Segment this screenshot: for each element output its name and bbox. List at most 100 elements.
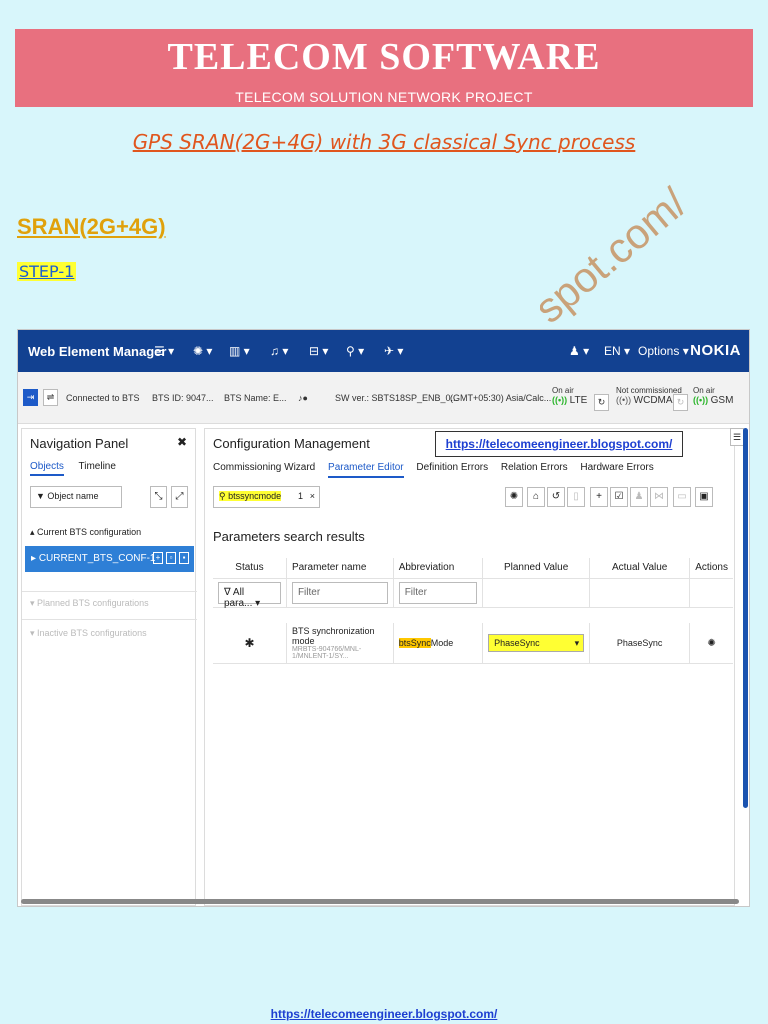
clear-search-icon[interactable]: ×: [310, 491, 315, 501]
delete-icon[interactable]: ▯: [567, 487, 585, 507]
watermark: spot.com/: [540, 179, 696, 330]
open-folder-icon[interactable]: ⌂: [527, 487, 545, 507]
tab-objects[interactable]: Objects: [30, 461, 64, 476]
validate-icon[interactable]: ☑: [610, 487, 628, 507]
column-status[interactable]: Status: [213, 558, 287, 579]
table-row[interactable]: ✱ BTS synchronization mode MRBTS-904766/…: [213, 623, 733, 664]
row-planned-value: PhaseSync ▾: [482, 623, 591, 664]
connection-status: Connected to BTS: [66, 393, 140, 403]
row-parameter-name: BTS synchronization mode MRBTS-904766/MN…: [286, 623, 394, 664]
wcdma-refresh-icon[interactable]: ↻: [673, 394, 688, 411]
plug-menu-icon[interactable]: ⚲ ▾: [346, 344, 364, 358]
nokia-logo: NOKIA: [690, 342, 741, 359]
current-config-section[interactable]: ▴ Current BTS configuration: [22, 527, 197, 538]
step-label: STEP-1: [17, 262, 77, 281]
abbreviation-highlight: btsSync: [398, 638, 431, 648]
parameter-name-filter[interactable]: Filter: [291, 581, 388, 604]
inactive-config-label: Inactive BTS configurations: [37, 628, 147, 638]
undo-icon[interactable]: ↺: [547, 487, 565, 507]
language-menu[interactable]: EN ▾: [604, 344, 630, 358]
lte-state: On air: [552, 386, 574, 395]
status-filter-select[interactable]: ∇ All para... ▾: [218, 581, 281, 609]
side-menu-icon[interactable]: ☰: [730, 428, 744, 446]
user-icon[interactable]: ♟: [630, 487, 648, 507]
vertical-scrollbar[interactable]: [743, 428, 748, 808]
lock-menu-icon[interactable]: ⊟ ▾: [309, 344, 328, 358]
planned-config-label: Planned BTS configurations: [37, 598, 149, 608]
conf-save-icon[interactable]: ▪: [179, 552, 189, 564]
column-actual-value[interactable]: Actual Value: [589, 558, 691, 579]
search-count: 1: [297, 491, 303, 501]
filter-icon: ▼: [36, 491, 48, 501]
tab-hardware-errors[interactable]: Hardware Errors: [580, 462, 653, 473]
column-abbreviation[interactable]: Abbreviation: [393, 558, 484, 579]
url-link-box[interactable]: https://telecomeengineer.blogspot.com/: [435, 431, 683, 457]
app-title: Web Element Manager: [28, 344, 167, 359]
page-heading: GPS SRAN(2G+4G) with 3G classical Sync p…: [132, 130, 636, 154]
object-name-filter[interactable]: ▼ Object name: [30, 486, 122, 508]
results-title: Parameters search results: [213, 529, 365, 544]
logout-icon[interactable]: ⇥: [23, 389, 38, 406]
gear-menu-icon[interactable]: ✺ ▾: [193, 344, 212, 358]
timezone: (GMT+05:30) Asia/Calc...: [450, 393, 552, 403]
column-planned-value[interactable]: Planned Value: [482, 558, 591, 579]
current-bts-conf-label: CURRENT_BTS_CONF-1: [38, 553, 156, 564]
banner-title: TELECOM SOFTWARE: [167, 36, 601, 78]
options-menu[interactable]: Options ▾: [638, 344, 689, 358]
tab-parameter-editor[interactable]: Parameter Editor: [328, 462, 404, 478]
cfg-title: Configuration Management: [213, 436, 370, 451]
column-parameter-name[interactable]: Parameter name: [286, 558, 394, 579]
table-filter-row: ∇ All para... ▾ Filter Filter: [213, 578, 733, 609]
tab-commissioning-wizard[interactable]: Commissioning Wizard: [213, 462, 315, 473]
connect-icon[interactable]: ⇌: [43, 389, 58, 406]
chart-menu-icon[interactable]: ▥ ▾: [229, 344, 250, 358]
collapse-icon[interactable]: ⤡: [150, 486, 167, 508]
user-menu-icon[interactable]: ♟ ▾: [569, 344, 589, 358]
lte-signal-icon: ((•)): [552, 395, 568, 405]
parameter-name: BTS synchronization mode: [291, 626, 375, 646]
abbreviation-rest: Mode: [430, 638, 454, 648]
parameters-table: Status Parameter name Abbreviation Plann…: [213, 558, 733, 664]
bell-menu-icon[interactable]: ♫ ▾: [270, 344, 288, 358]
object-name-placeholder: Object name: [47, 491, 99, 501]
tab-definition-errors[interactable]: Definition Errors: [416, 462, 488, 473]
gsm-status: On air ((•)) GSM: [693, 386, 733, 406]
nav-title: Navigation Panel: [30, 436, 129, 451]
lte-refresh-icon[interactable]: ↻: [594, 394, 609, 411]
title-banner: TELECOM SOFTWARE TELECOM SOLUTION NETWOR…: [15, 29, 753, 107]
planned-value-select[interactable]: PhaseSync ▾: [488, 634, 585, 652]
conf-add-icon[interactable]: +: [153, 552, 163, 564]
gsm-state: On air: [693, 386, 715, 395]
rss-menu-icon[interactable]: ☰ ▾: [154, 344, 174, 358]
column-actions[interactable]: Actions: [689, 558, 733, 579]
parameter-search-input[interactable]: ⚲ btssyncmode 1 ×: [213, 486, 320, 508]
navigation-panel: Navigation Panel ✖ Objects Timeline ▼ Ob…: [21, 428, 197, 906]
document-icon[interactable]: ▭: [673, 487, 691, 507]
wcdma-label: WCDMA: [633, 395, 673, 406]
horizontal-scrollbar[interactable]: [21, 899, 739, 904]
current-bts-conf-item[interactable]: ▸ CURRENT_BTS_CONF-1 + ▫ ▪: [25, 546, 194, 572]
expand-icon[interactable]: ⤢: [171, 486, 188, 508]
spacer-row: [213, 607, 733, 623]
footer-url[interactable]: https://telecomeengineer.blogspot.com/: [0, 1007, 768, 1021]
settings-icon[interactable]: ✺: [505, 487, 523, 507]
alarm-bell-icon[interactable]: ♪●: [298, 393, 308, 403]
inactive-config-section[interactable]: ▾ Inactive BTS configurations: [22, 619, 197, 639]
section-title: SRAN(2G+4G): [17, 214, 166, 239]
close-icon[interactable]: ✖: [177, 435, 187, 449]
tab-timeline[interactable]: Timeline: [79, 461, 116, 472]
abbreviation-filter[interactable]: Filter: [398, 581, 478, 604]
sw-version: SW ver.: SBTS18SP_ENB_0...: [335, 393, 459, 403]
tab-relation-errors[interactable]: Relation Errors: [501, 462, 568, 473]
share-icon[interactable]: ⋈: [650, 487, 668, 507]
conf-copy-icon[interactable]: ▫: [166, 552, 176, 564]
status-filter-value: All para...: [224, 586, 253, 609]
nav-tabs: Objects Timeline: [30, 461, 128, 476]
tools-menu-icon[interactable]: ✈ ▾: [384, 344, 403, 358]
row-action-gear-icon[interactable]: ✺: [689, 623, 733, 664]
bts-name: BTS Name: E...: [224, 393, 287, 403]
save-icon[interactable]: ▣: [695, 487, 713, 507]
add-icon[interactable]: +: [590, 487, 608, 507]
planned-config-section[interactable]: ▾ Planned BTS configurations: [22, 591, 197, 609]
cfg-tabs: Commissioning Wizard Parameter Editor De…: [213, 462, 664, 478]
